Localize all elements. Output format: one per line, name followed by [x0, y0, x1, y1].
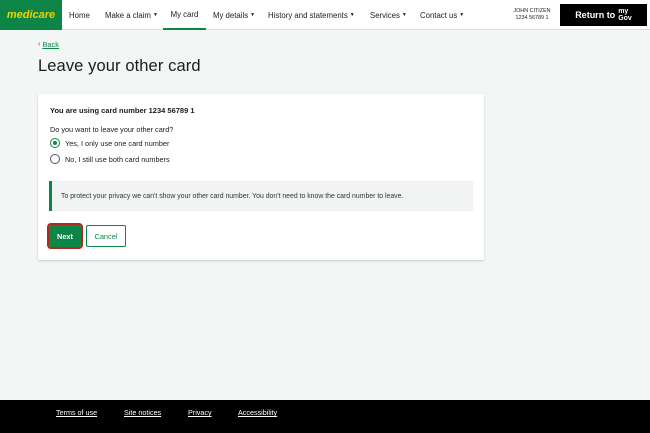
return-to-mygov-button[interactable]: Return to my Gov — [560, 4, 647, 26]
radio-yes-label: Yes, I only use one card number — [65, 138, 170, 148]
nav-history-label: History and statements — [268, 10, 348, 20]
next-button[interactable]: Next — [47, 223, 83, 249]
nav-my-details[interactable]: My details ▼ — [213, 0, 255, 30]
nav-home-label: Home — [69, 10, 90, 20]
chevron-left-icon: ‹ — [38, 41, 41, 48]
radio-no-label: No, I still use both card numbers — [65, 154, 170, 164]
nav-contact-us[interactable]: Contact us ▼ — [420, 0, 464, 30]
radio-option-no[interactable]: No, I still use both card numbers — [50, 154, 170, 164]
radio-yes[interactable] — [50, 138, 60, 148]
chevron-down-icon: ▼ — [401, 12, 407, 18]
radio-no[interactable] — [50, 154, 60, 164]
nav-history-and-statements[interactable]: History and statements ▼ — [268, 0, 355, 30]
nav-my-details-label: My details — [213, 10, 249, 20]
cancel-button[interactable]: Cancel — [86, 225, 126, 247]
page-title: Leave your other card — [38, 57, 201, 75]
nav-contact-us-label: Contact us — [420, 10, 458, 20]
site-footer: Terms of use Site notices Privacy Access… — [0, 400, 650, 433]
nav-services[interactable]: Services ▼ — [370, 0, 407, 30]
footer-accessibility-link[interactable]: Accessibility — [238, 408, 277, 417]
question-label: Do you want to leave your other card? — [50, 125, 174, 134]
leave-card-panel: You are using card number 1234 56789 1 D… — [38, 94, 484, 260]
footer-terms-link[interactable]: Terms of use — [56, 408, 97, 417]
privacy-info-box: To protect your privacy we can't show yo… — [49, 181, 473, 211]
chevron-down-icon: ▼ — [459, 12, 465, 18]
nav-make-a-claim[interactable]: Make a claim ▼ — [105, 0, 158, 30]
radio-option-yes[interactable]: Yes, I only use one card number — [50, 138, 169, 148]
footer-privacy-link[interactable]: Privacy — [188, 408, 212, 417]
privacy-info-text: To protect your privacy we can't show yo… — [61, 192, 404, 200]
nav-services-label: Services — [370, 10, 400, 20]
nav-make-a-claim-label: Make a claim — [105, 10, 151, 20]
chevron-down-icon: ▼ — [250, 12, 256, 18]
mygov-gov: Gov — [618, 15, 632, 22]
medicare-logo[interactable]: medicare — [0, 0, 62, 30]
mygov-my: my — [618, 8, 629, 15]
nav-home[interactable]: Home — [69, 0, 90, 30]
user-name: JOHN CITIZEN — [513, 8, 551, 14]
back-label: Back — [42, 40, 60, 49]
nav-my-card[interactable]: My card — [163, 0, 206, 30]
footer-site-notices-link[interactable]: Site notices — [124, 408, 161, 417]
nav-my-card-label: My card — [170, 9, 199, 19]
site-header: medicare Home Make a claim ▼ My card My … — [0, 0, 650, 30]
user-info: JOHN CITIZEN 1234 56789 1 — [507, 8, 557, 22]
user-card-number: 1234 56789 1 — [515, 15, 549, 21]
mygov-logo: my Gov — [618, 8, 632, 22]
back-link[interactable]: ‹ Back — [38, 40, 59, 49]
chevron-down-icon: ▼ — [349, 12, 355, 18]
return-to-label: Return to — [575, 10, 616, 20]
chevron-down-icon: ▼ — [152, 12, 158, 18]
card-number-heading: You are using card number 1234 56789 1 — [50, 106, 195, 115]
